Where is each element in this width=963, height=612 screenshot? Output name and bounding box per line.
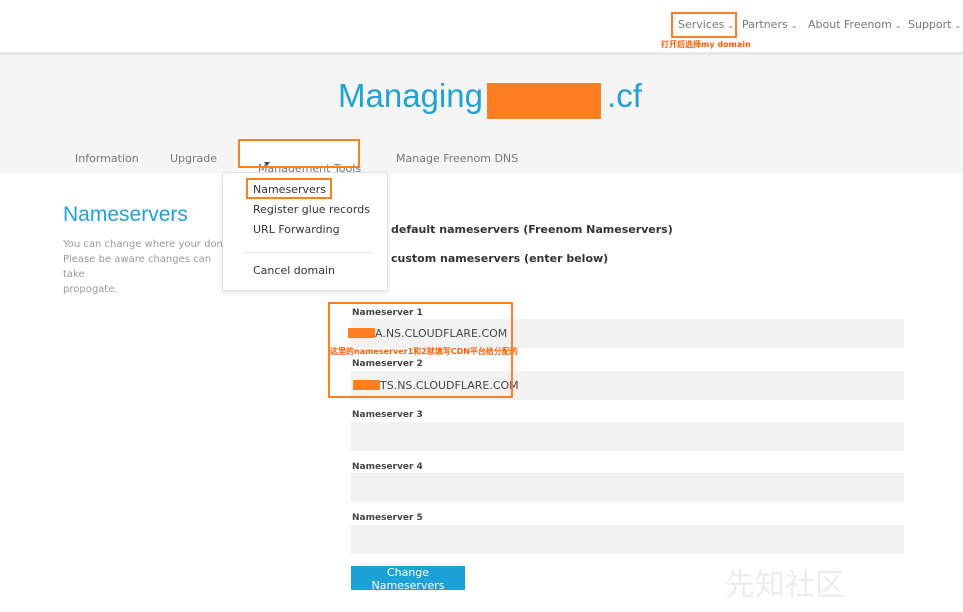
nav-partners[interactable]: Partners ⌄ bbox=[742, 18, 797, 31]
menu-item-glue-records[interactable]: Register glue records bbox=[253, 203, 370, 216]
nameserver-5-label: Nameserver 5 bbox=[352, 513, 423, 523]
nav-partners-label: Partners bbox=[742, 18, 788, 31]
highlight-services bbox=[671, 12, 737, 38]
tab-manage-dns[interactable]: Manage Freenom DNS bbox=[396, 152, 518, 165]
watermark: 先知社区 bbox=[725, 568, 845, 603]
hero-banner: Managing .cf Information Upgrade Managem… bbox=[0, 55, 963, 175]
top-navigation: Services ⌄ Partners ⌄ About Freenom ⌄ Suppo… bbox=[0, 0, 963, 55]
menu-item-cancel-domain[interactable]: Cancel domain bbox=[253, 264, 335, 277]
highlight-nameservers-item bbox=[246, 178, 332, 199]
desc-line-2: Please be aware changes can take bbox=[63, 254, 212, 280]
section-title: Nameservers bbox=[63, 203, 188, 226]
highlight-nameserver-fields bbox=[328, 302, 513, 398]
nameserver-5-input[interactable] bbox=[351, 525, 904, 554]
nameserver-3-label: Nameserver 3 bbox=[352, 410, 423, 420]
option-custom-nameservers[interactable]: custom nameservers (enter below) bbox=[391, 252, 608, 265]
menu-divider bbox=[243, 252, 373, 253]
nav-about-label: About Freenom bbox=[808, 18, 892, 31]
nav-support-label: Support bbox=[908, 18, 952, 31]
tab-information[interactable]: Information bbox=[75, 152, 139, 165]
option-default-nameservers[interactable]: default nameservers (Freenom Nameservers… bbox=[391, 223, 673, 236]
nameserver-3-input[interactable] bbox=[351, 422, 904, 451]
chevron-down-icon: ⌄ bbox=[954, 21, 962, 30]
menu-item-url-forwarding[interactable]: URL Forwarding bbox=[253, 223, 340, 236]
nav-about[interactable]: About Freenom ⌄ bbox=[808, 18, 901, 31]
tab-upgrade[interactable]: Upgrade bbox=[170, 152, 217, 165]
annotation-services: 打开后选择my domain bbox=[661, 40, 751, 49]
redaction-box bbox=[487, 83, 601, 119]
section-description: You can change where your doma Please be… bbox=[63, 237, 233, 297]
title-prefix: Managing bbox=[338, 77, 483, 114]
highlight-management-tools bbox=[238, 139, 360, 168]
chevron-down-icon: ⌄ bbox=[790, 21, 798, 30]
nameserver-4-label: Nameserver 4 bbox=[352, 462, 423, 472]
nameserver-4-input[interactable] bbox=[351, 473, 904, 502]
desc-line-1: You can change where your doma bbox=[63, 239, 233, 250]
nav-support[interactable]: Support ⌄ bbox=[908, 18, 961, 31]
chevron-down-icon: ⌄ bbox=[894, 21, 902, 30]
desc-line-3: propogate. bbox=[63, 284, 118, 295]
title-suffix: .cf bbox=[607, 77, 642, 114]
change-nameservers-button[interactable]: Change Nameservers bbox=[351, 566, 465, 592]
